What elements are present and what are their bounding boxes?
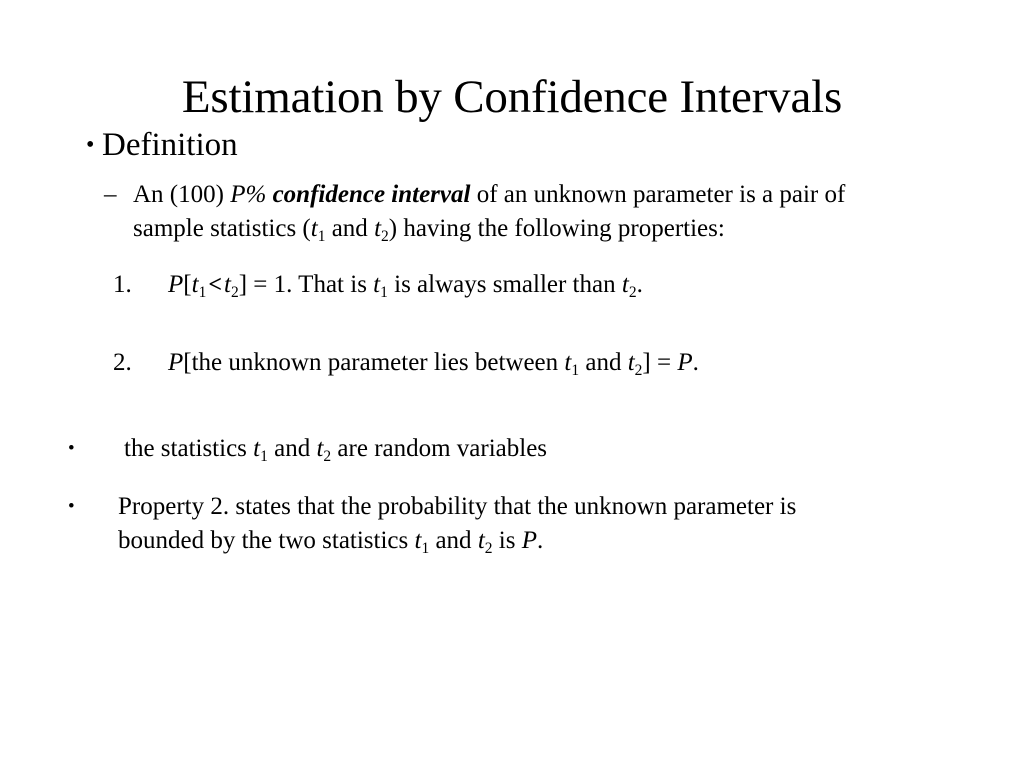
- page-title: Estimation by Confidence Intervals: [181, 71, 843, 124]
- definition-stat-one: t: [310, 215, 318, 242]
- note-stat-two: t: [477, 527, 485, 554]
- note-conjunction: and: [267, 435, 317, 462]
- property-lhs-sub: 1: [571, 361, 580, 379]
- property-end-stat: t: [621, 271, 629, 298]
- property-period: .: [636, 271, 643, 298]
- property-rhs: t: [627, 349, 635, 376]
- definition-detail-prefix: An (100): [133, 181, 231, 208]
- definition-detail: – An (100) P% confidence interval of an …: [104, 178, 873, 246]
- bullet-glyph-icon: •: [86, 132, 95, 158]
- property-p-symbol: P: [168, 349, 184, 376]
- property-open-bracket: [: [183, 271, 192, 298]
- property-end-stat-sub: 2: [628, 283, 637, 301]
- definition-detail-suffix: ) having the following properties:: [388, 215, 725, 242]
- property-equals: =: [650, 349, 678, 376]
- property-phrase: the unknown parameter lies between: [191, 349, 565, 376]
- note-prefix: the statistics: [124, 435, 254, 462]
- note-suffix: .: [536, 527, 544, 554]
- definition-detail-italic-term: P%: [230, 181, 267, 208]
- property-lhs: t: [191, 271, 199, 298]
- bullet-glyph-icon: •: [68, 438, 75, 459]
- note-result: P: [521, 527, 537, 554]
- note-property-two-explanation: • Property 2. states that the probabilit…: [50, 490, 838, 558]
- property-tail-stat-sub: 1: [380, 283, 388, 301]
- property-equals: = 1. That is: [247, 271, 374, 298]
- definition-stat-two-sub: 2: [381, 227, 389, 245]
- definition-heading: Definition: [102, 127, 238, 163]
- property-rhs-sub: 2: [230, 283, 239, 301]
- note-middle: is: [492, 527, 522, 554]
- properties-list: 1. P[t1<t2] = 1. That is t1 is always sm…: [0, 268, 1024, 380]
- bullet-definition: • Definition: [64, 124, 1024, 166]
- note-stat-one-sub: 1: [260, 447, 268, 465]
- bullet-glyph-icon: •: [68, 496, 75, 517]
- note-conjunction: and: [429, 527, 478, 554]
- note-stat-two-sub: 2: [323, 447, 332, 465]
- slide: Estimation by Confidence Intervals • Def…: [0, 0, 1024, 768]
- property-conjunction: and: [579, 349, 628, 376]
- definition-detail-bold-term: confidence interval: [272, 181, 471, 208]
- property-period: .: [692, 349, 699, 376]
- definition-stat-two: t: [374, 215, 382, 242]
- definition-detail-conjunction: and: [325, 215, 375, 242]
- dash-glyph-icon: –: [104, 181, 117, 208]
- property-number: 2.: [113, 349, 132, 376]
- property-number: 1.: [113, 271, 132, 298]
- property-p-symbol: P: [168, 271, 184, 298]
- property-result: P: [677, 349, 693, 376]
- property-close-bracket: ]: [642, 349, 651, 376]
- note-statistics-random-variables: • the statistics t1 and t2 are random va…: [50, 432, 844, 466]
- property-tail-mid: is always smaller than: [387, 271, 622, 298]
- list-item: 1. P[t1<t2] = 1. That is t1 is always sm…: [113, 268, 1024, 302]
- property-close-bracket: ]: [238, 271, 248, 298]
- list-item: 2. P[the unknown parameter lies between …: [113, 346, 1024, 380]
- less-than-icon: <: [208, 272, 222, 298]
- note-suffix: are random variables: [331, 435, 548, 462]
- slide-body: • Definition – An (100) P% confidence in…: [0, 124, 1024, 558]
- property-open-bracket: [: [183, 349, 192, 376]
- notes-group: • the statistics t1 and t2 are random va…: [0, 432, 1024, 558]
- note-stat-two-sub: 2: [484, 539, 493, 557]
- property-rhs: t: [224, 271, 231, 298]
